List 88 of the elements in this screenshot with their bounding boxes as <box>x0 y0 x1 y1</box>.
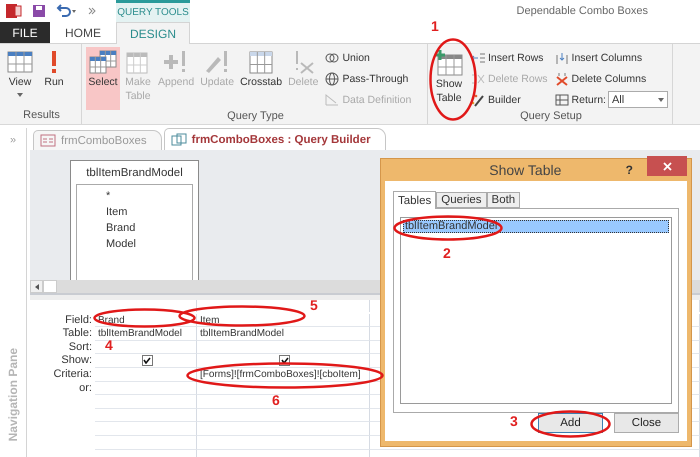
dialog-tab[interactable]: Both <box>486 192 520 208</box>
return-dropdown[interactable]: All <box>608 91 668 108</box>
step-number: 1 <box>431 18 439 34</box>
row-label: Sort: <box>68 340 93 354</box>
ribbon-button[interactable]: Union <box>324 48 412 67</box>
step-number: 6 <box>272 392 280 408</box>
return-icon <box>554 92 570 106</box>
field-list-title: tblItemBrandModel <box>85 167 184 179</box>
grid-cell[interactable] <box>95 436 197 450</box>
undo-icon[interactable] <box>56 4 78 18</box>
step-number: 3 <box>510 413 518 429</box>
field-item[interactable]: Item <box>106 205 192 219</box>
grid-cell[interactable]: Item <box>197 314 370 328</box>
caret-icon <box>658 98 664 102</box>
step-number: 2 <box>443 245 451 261</box>
ribbon-button[interactable]: Run <box>38 47 70 109</box>
field-item[interactable]: Brand <box>106 221 192 235</box>
circles-icon <box>324 50 340 64</box>
window-title: Dependable Combo Boxes <box>516 4 648 19</box>
step-number: 5 <box>310 297 318 313</box>
ribbon-button[interactable]: Select <box>86 47 120 110</box>
insert-rows-icon <box>470 50 486 64</box>
group-label: Query Setup <box>519 110 583 124</box>
form-icon <box>40 134 56 147</box>
check-icon <box>143 357 151 364</box>
dialog-button[interactable]: Add <box>538 413 603 433</box>
ribbon-button[interactable]: Crosstab <box>238 47 284 110</box>
grid-cell[interactable] <box>95 382 197 396</box>
scroll-thumb[interactable] <box>43 280 57 293</box>
grid-cell[interactable]: tblItemBrandModel <box>95 327 197 341</box>
ribbon-button[interactable]: Insert Columns <box>554 48 668 67</box>
group-label: Results <box>22 109 61 123</box>
ribbon-tab[interactable]: FILE <box>0 22 50 43</box>
delete-columns-icon <box>554 72 570 86</box>
close-icon <box>662 162 672 170</box>
ribbon-button[interactable]: View <box>4 47 36 109</box>
field-item[interactable]: Model <box>106 237 192 251</box>
help-button[interactable]: ? <box>626 163 633 177</box>
grid-cell[interactable] <box>95 368 197 382</box>
grid-cell[interactable] <box>197 340 370 354</box>
more-icon[interactable] <box>88 7 96 15</box>
row-label: or: <box>78 382 93 396</box>
ribbon-button[interactable]: Builder <box>470 90 548 109</box>
ribbon-button[interactable]: Delete Columns <box>554 69 668 88</box>
grid-cell[interactable]: tblItemBrandModel <box>197 327 370 341</box>
grid-cell[interactable] <box>95 395 197 409</box>
ribbon-button[interactable]: Pass-Through <box>324 69 412 88</box>
grid-cell[interactable] <box>197 382 370 396</box>
close-button[interactable] <box>647 156 687 176</box>
check-icon <box>280 357 288 364</box>
ruler-icon <box>324 92 340 106</box>
row-label: Criteria: <box>52 368 93 382</box>
grid-cell[interactable] <box>197 436 370 450</box>
tables-icon <box>88 49 118 75</box>
app-logo-icon <box>6 3 22 19</box>
grid-cell[interactable] <box>197 408 370 422</box>
dialog-tab[interactable]: Queries <box>436 192 487 208</box>
save-icon[interactable] <box>32 4 46 18</box>
grid-cell[interactable] <box>197 422 370 436</box>
query-icon <box>170 133 187 146</box>
delete-rows-icon <box>470 72 486 86</box>
row-label: Field: <box>64 314 93 328</box>
ribbon-button[interactable]: Return: All <box>554 90 668 109</box>
document-tab[interactable]: frmComboBoxes : Query Builder <box>164 128 386 150</box>
table-add-icon <box>434 49 464 77</box>
dialog-tab[interactable]: Tables <box>393 191 436 209</box>
table-list-item[interactable]: tblItemBrandModel <box>403 220 669 233</box>
field-item[interactable]: * <box>106 189 192 203</box>
grid-cell[interactable] <box>95 354 197 368</box>
grid-cell[interactable] <box>95 340 197 354</box>
table-icon <box>247 49 276 75</box>
dialog-title: Show Table <box>488 162 562 178</box>
globe-icon <box>324 72 340 86</box>
dialog-button[interactable]: Close <box>614 413 679 433</box>
grid-cell[interactable] <box>197 354 370 368</box>
ribbon-button[interactable]: Insert Rows <box>470 48 548 67</box>
grid-cell[interactable] <box>95 408 197 422</box>
insert-columns-icon <box>554 50 570 64</box>
group-label: Query Type <box>226 110 285 124</box>
wand-icon <box>470 92 486 106</box>
grid-cell[interactable] <box>95 422 197 436</box>
row-label: Show: <box>60 354 93 368</box>
ribbon-tab[interactable]: DESIGN <box>116 22 190 44</box>
row-label: Table: <box>62 327 93 341</box>
left-arrow-icon[interactable] <box>34 284 38 290</box>
datasheet-icon <box>6 49 34 75</box>
checkbox[interactable] <box>142 355 152 366</box>
grid-cell[interactable] <box>197 395 370 409</box>
